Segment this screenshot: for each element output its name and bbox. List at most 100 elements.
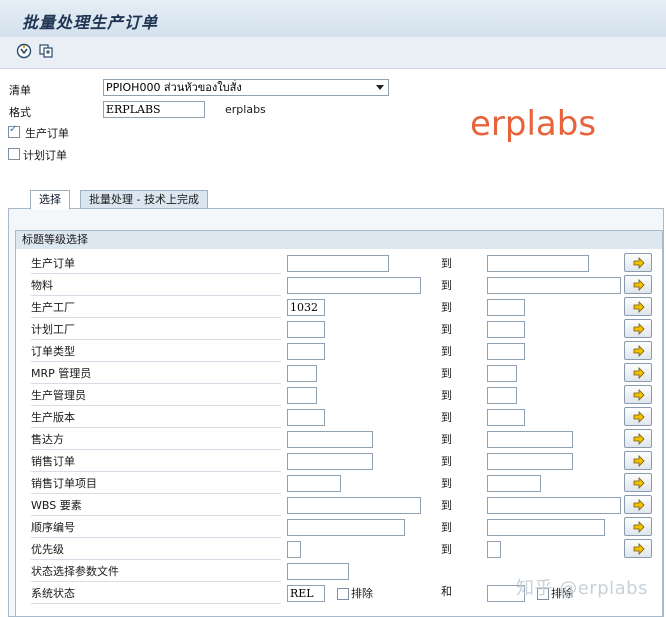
sequence-number-to-input[interactable]: [487, 519, 605, 536]
list-select-value: PPIOH000 ส่วนหัวของใบสั่ง: [106, 81, 242, 94]
row-label: 物料: [31, 276, 281, 296]
wbs-element-from-input[interactable]: [287, 497, 421, 514]
multiple-selection-button[interactable]: [624, 473, 652, 492]
multiple-selection-button[interactable]: [624, 517, 652, 536]
copy-icon[interactable]: [38, 43, 54, 59]
arrow-right-icon: [633, 367, 645, 379]
brand-logo-text: erplabs: [470, 104, 597, 144]
sales-order-item-to-input[interactable]: [487, 475, 541, 492]
arrow-right-icon: [633, 345, 645, 357]
to-label: 到: [441, 433, 452, 446]
to-label: 到: [441, 345, 452, 358]
production-order-from-input[interactable]: [287, 255, 389, 272]
arrow-right-icon: [633, 477, 645, 489]
page-title: 批量处理生产订单: [22, 13, 159, 32]
wbs-element-to-input[interactable]: [487, 497, 621, 514]
priority-to-input[interactable]: [487, 541, 501, 558]
mrp-controller-to-input[interactable]: [487, 365, 517, 382]
to-label: 到: [441, 411, 452, 424]
row-label: 销售订单: [31, 452, 281, 472]
title-bar: 批量处理生产订单: [0, 0, 666, 38]
arrow-right-icon: [633, 543, 645, 555]
multiple-selection-button[interactable]: [624, 495, 652, 514]
to-label: 到: [441, 301, 452, 314]
format-input[interactable]: ERPLABS: [103, 101, 205, 118]
row-label: 系统状态: [31, 584, 281, 604]
tab-selection[interactable]: 选择: [30, 190, 70, 210]
row-label: 状态选择参数文件: [31, 562, 281, 582]
priority-from-input[interactable]: [287, 541, 301, 558]
row-label: 生产工厂: [31, 298, 281, 318]
multiple-selection-button[interactable]: [624, 539, 652, 558]
format-description: erplabs: [225, 103, 266, 116]
to-label: 到: [441, 279, 452, 292]
to-label: 到: [441, 521, 452, 534]
row-label: 订单类型: [31, 342, 281, 362]
material-from-input[interactable]: [287, 277, 421, 294]
mrp-controller-from-input[interactable]: [287, 365, 317, 382]
sales-order-item-from-input[interactable]: [287, 475, 341, 492]
chevron-down-icon[interactable]: [376, 85, 384, 90]
multiple-selection-button[interactable]: [624, 297, 652, 316]
production-version-from-input[interactable]: [287, 409, 325, 426]
row-label: 优先级: [31, 540, 281, 560]
sold-to-party-from-input[interactable]: [287, 431, 373, 448]
arrow-right-icon: [633, 411, 645, 423]
arrow-right-icon: [633, 279, 645, 291]
row-label: WBS 要素: [31, 496, 281, 516]
execute-icon[interactable]: [16, 43, 32, 59]
arrow-right-icon: [633, 257, 645, 269]
planned-order-checkbox-label: 计划订单: [23, 149, 67, 162]
planning-plant-to-input[interactable]: [487, 321, 525, 338]
row-label: 售达方: [31, 430, 281, 450]
format-label: 格式: [9, 106, 31, 119]
multiple-selection-button[interactable]: [624, 451, 652, 470]
to-label: 到: [441, 477, 452, 490]
row-label: 销售订单项目: [31, 474, 281, 494]
production-plant-to-input[interactable]: [487, 299, 525, 316]
production-order-to-input[interactable]: [487, 255, 589, 272]
arrow-right-icon: [633, 301, 645, 313]
sales-order-from-input[interactable]: [287, 453, 373, 470]
production-plant-from-input[interactable]: 1032: [287, 299, 325, 316]
row-label: 生产版本: [31, 408, 281, 428]
and-label: 和: [441, 585, 452, 598]
list-select[interactable]: PPIOH000 ส่วนหัวของใบสั่ง: [103, 79, 389, 96]
tab-mass-processing[interactable]: 批量处理 - 技术上完成: [80, 190, 208, 209]
production-supervisor-to-input[interactable]: [487, 387, 517, 404]
order-type-to-input[interactable]: [487, 343, 525, 360]
multiple-selection-button[interactable]: [624, 363, 652, 382]
watermark: 知乎 @erplabs: [516, 578, 648, 599]
planned-order-checkbox[interactable]: [8, 148, 20, 160]
production-version-to-input[interactable]: [487, 409, 525, 426]
material-to-input[interactable]: [487, 277, 621, 294]
sequence-number-from-input[interactable]: [287, 519, 405, 536]
multiple-selection-button[interactable]: [624, 429, 652, 448]
production-order-checkbox-label: 生产订单: [25, 127, 69, 140]
multiple-selection-button[interactable]: [624, 407, 652, 426]
system-status-input[interactable]: REL: [287, 585, 325, 602]
production-supervisor-from-input[interactable]: [287, 387, 317, 404]
multiple-selection-button[interactable]: [624, 253, 652, 272]
to-label: 到: [441, 389, 452, 402]
list-label: 清单: [9, 84, 31, 97]
multiple-selection-button[interactable]: [624, 385, 652, 404]
multiple-selection-button[interactable]: [624, 275, 652, 294]
sales-order-to-input[interactable]: [487, 453, 573, 470]
row-label: 顺序编号: [31, 518, 281, 538]
planning-plant-from-input[interactable]: [287, 321, 325, 338]
arrow-right-icon: [633, 455, 645, 467]
multiple-selection-button[interactable]: [624, 319, 652, 338]
system-status-exclude-checkbox[interactable]: [337, 588, 349, 600]
status-selection-profile-input[interactable]: [287, 563, 349, 580]
to-label: 到: [441, 455, 452, 468]
arrow-right-icon: [633, 389, 645, 401]
to-label: 到: [441, 323, 452, 336]
arrow-right-icon: [633, 433, 645, 445]
arrow-right-icon: [633, 499, 645, 511]
multiple-selection-button[interactable]: [624, 341, 652, 360]
production-order-checkbox[interactable]: ✓: [8, 124, 20, 138]
order-type-from-input[interactable]: [287, 343, 325, 360]
sold-to-party-to-input[interactable]: [487, 431, 573, 448]
application-toolbar: [0, 37, 666, 69]
